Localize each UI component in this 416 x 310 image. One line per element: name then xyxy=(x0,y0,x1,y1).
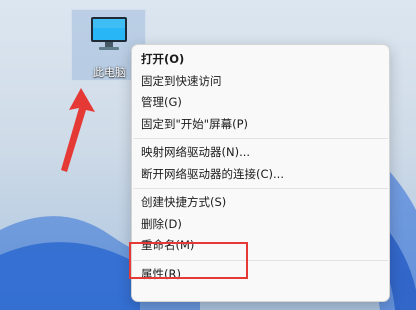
menu-item-pin-quick-access[interactable]: 固定到快速访问 xyxy=(132,71,389,93)
menu-item-pin-start[interactable]: 固定到"开始"屏幕(P) xyxy=(132,114,389,136)
menu-item-delete[interactable]: 删除(D) xyxy=(132,214,389,236)
menu-item-open[interactable]: 打开(O) xyxy=(132,49,389,71)
menu-item-create-shortcut[interactable]: 创建快捷方式(S) xyxy=(132,192,389,214)
menu-separator xyxy=(132,135,389,142)
menu-item-map-network-drive[interactable]: 映射网络驱动器(N)... xyxy=(132,142,389,164)
red-arrow-annotation xyxy=(61,88,95,172)
menu-separator xyxy=(132,257,389,264)
context-menu: 打开(O) 固定到快速访问 管理(G) 固定到"开始"屏幕(P) 映射网络驱动器… xyxy=(131,44,390,302)
menu-item-manage[interactable]: 管理(G) xyxy=(132,92,389,114)
menu-item-rename[interactable]: 重命名(M) xyxy=(132,235,389,257)
menu-separator xyxy=(132,185,389,192)
menu-item-properties[interactable]: 属性(R) xyxy=(132,264,389,286)
menu-item-disconnect-network-drive[interactable]: 断开网络驱动器的连接(C)... xyxy=(132,164,389,186)
monitor-icon xyxy=(91,17,127,50)
